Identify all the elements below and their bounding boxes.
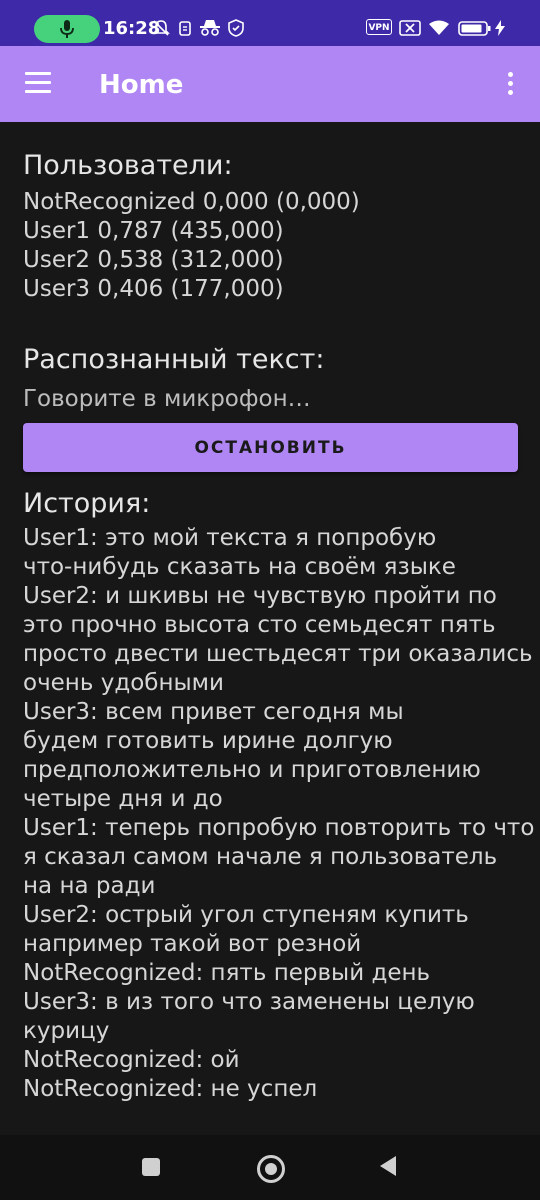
history-line: это прочно высота сто семьдесят пять (23, 612, 496, 638)
users-list: NotRecognized 0,000 (0,000) User1 0,787 … (23, 188, 523, 304)
incognito-icon (200, 20, 220, 36)
page-title: Home (99, 70, 184, 100)
history-line: NotRecognized: пять первый день (23, 960, 431, 986)
user-stat-line: User1 0,787 (435,000) (23, 218, 284, 244)
history-list: User1: это мой текста я попробую что-ниб… (23, 524, 535, 1104)
users-heading: Пользователи: (23, 150, 233, 181)
notification-icon (179, 21, 191, 36)
overflow-menu-icon[interactable] (504, 72, 516, 98)
history-line: User2: и шкивы не чувствую пройти по (23, 583, 497, 609)
recents-icon[interactable] (142, 1158, 160, 1176)
history-line: что-нибудь сказать на своём языке (23, 554, 456, 580)
history-line: четыре дня и до (23, 786, 223, 812)
history-line: предположительно и приготовлению (23, 757, 481, 783)
vpn-icon: VPN (366, 19, 392, 35)
notifications-off-icon (152, 20, 170, 36)
history-line: я сказал самом начале я пользователь (23, 844, 498, 870)
history-heading: История: (23, 488, 151, 519)
history-line: на на ради (23, 873, 156, 899)
battery-icon (458, 21, 491, 36)
charging-icon (495, 20, 505, 36)
history-line: NotRecognized: не успел (23, 1076, 318, 1102)
history-line: User3: в из того что заменены целую (23, 989, 475, 1015)
shield-icon (228, 19, 244, 37)
recognized-text: Говорите в микрофон… (23, 386, 311, 412)
history-line: User3: всем привет сегодня мы (23, 699, 404, 725)
status-bar: 16:28 VPN (0, 0, 540, 46)
navigation-bar (0, 1135, 540, 1200)
back-icon[interactable] (378, 1155, 398, 1177)
history-line: User2: острый угол ступеням купить (23, 902, 469, 928)
wifi-icon (429, 20, 449, 35)
stop-button[interactable]: ОСТАНОВИТЬ (23, 423, 518, 472)
history-line: просто двести шестьдесят три оказались (23, 641, 533, 667)
history-line: очень удобными (23, 670, 224, 696)
menu-icon[interactable] (25, 72, 53, 94)
user-stat-line: User2 0,538 (312,000) (23, 247, 284, 273)
recognized-heading: Распознанный текст: (23, 344, 325, 375)
history-line: например такой вот резной (23, 931, 362, 957)
home-icon[interactable] (257, 1155, 285, 1183)
history-line: будем готовить ирине долгую (23, 728, 393, 754)
user-stat-line: NotRecognized 0,000 (0,000) (23, 189, 360, 215)
history-line: User1: теперь попробую повторить то что (23, 815, 535, 841)
history-line: NotRecognized: ой (23, 1047, 240, 1073)
mic-icon (60, 20, 74, 38)
user-stat-line: User3 0,406 (177,000) (23, 276, 284, 302)
mic-active-indicator[interactable] (34, 15, 100, 43)
app-bar: Home (0, 46, 540, 122)
history-line: User1: это мой текста я попробую (23, 525, 437, 551)
no-sim-icon (399, 20, 421, 36)
history-line: курицу (23, 1018, 110, 1044)
main-content: Пользователи: NotRecognized 0,000 (0,000… (23, 148, 535, 1104)
